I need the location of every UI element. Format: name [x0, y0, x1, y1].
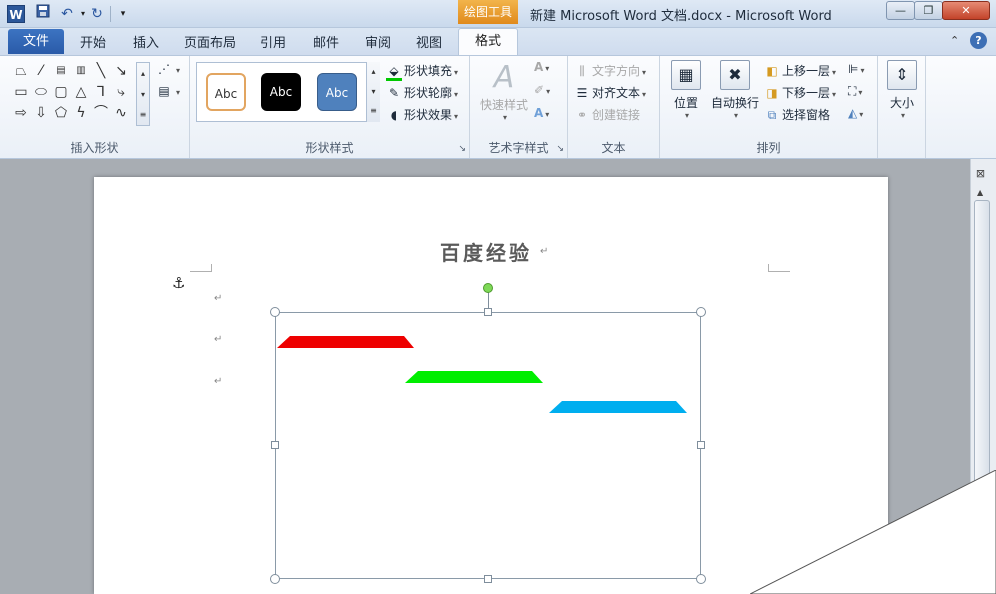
resize-handle-bottom[interactable] [484, 575, 492, 583]
resize-handle-top-left[interactable] [270, 307, 280, 317]
resize-handle-bottom-right[interactable] [696, 574, 706, 584]
resize-handle-top-right[interactable] [696, 307, 706, 317]
resize-handle-top[interactable] [484, 308, 492, 316]
resize-handle-right[interactable] [697, 441, 705, 449]
rotation-handle[interactable] [483, 283, 493, 293]
resize-handle-left[interactable] [271, 441, 279, 449]
page-peel-decoration [750, 470, 996, 594]
resize-handle-bottom-left[interactable] [270, 574, 280, 584]
red-trapezoid[interactable] [277, 336, 414, 348]
blue-trapezoid[interactable] [549, 401, 687, 413]
green-trapezoid[interactable] [405, 371, 543, 383]
